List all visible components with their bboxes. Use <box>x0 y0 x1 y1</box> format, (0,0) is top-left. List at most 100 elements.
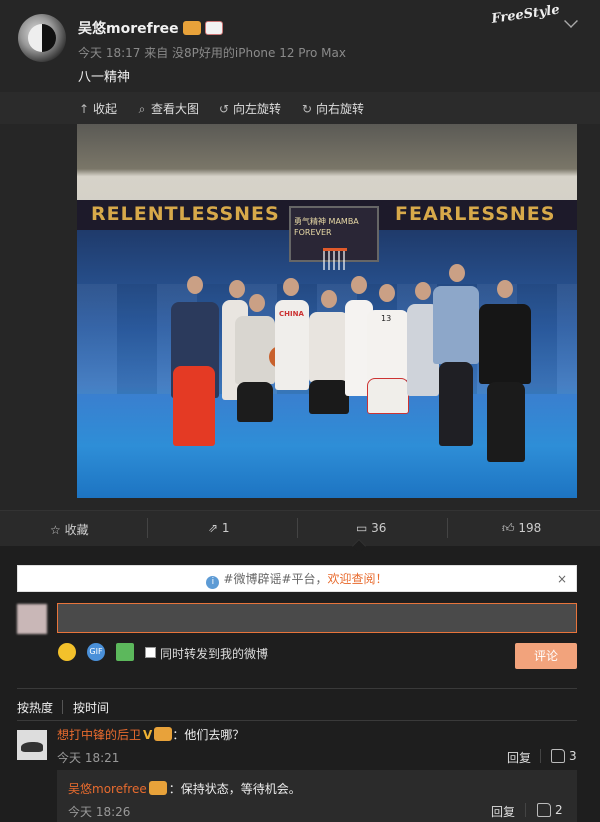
reply-like-count: 2 <box>555 803 563 817</box>
gif-icon[interactable]: GIF <box>87 643 105 661</box>
divider <box>540 749 541 763</box>
person: CHINA <box>275 300 309 390</box>
thumb-up-icon <box>537 803 551 817</box>
person <box>235 316 275 384</box>
person <box>433 286 479 364</box>
person-legs <box>173 366 215 446</box>
comment-icon: ▭ <box>356 521 372 535</box>
divider <box>447 518 448 538</box>
rotate-left-label: 向左旋转 <box>233 102 282 116</box>
comment-like-button[interactable]: 3 <box>551 749 577 763</box>
divider <box>17 720 577 721</box>
person <box>479 304 531 384</box>
jersey-text: CHINA <box>279 310 304 318</box>
share-icon: ⇗ <box>208 521 222 535</box>
sort-by-time[interactable]: 按时间 <box>73 699 109 716</box>
banner-right-text: FEARLESSNES <box>395 203 556 225</box>
person-head <box>415 282 431 300</box>
favorite-label: 收藏 <box>64 523 89 537</box>
member-badge-icon <box>154 727 173 741</box>
emoji-icon[interactable] <box>58 643 76 661</box>
arrow-up-icon: ↑ <box>78 102 90 116</box>
divider <box>525 803 526 817</box>
my-avatar <box>17 604 47 634</box>
rumor-notice[interactable]: i #微博辟谣#平台，欢迎查阅！ × <box>17 565 577 592</box>
info-icon: i <box>206 576 220 589</box>
sort-by-hot[interactable]: 按热度 <box>17 699 53 716</box>
post-text: 八一精神 <box>78 70 131 85</box>
person-legs <box>439 362 473 446</box>
repost-checkbox[interactable] <box>145 647 156 658</box>
reply-time: 今天 18:26 <box>68 805 131 819</box>
divider <box>147 518 148 538</box>
collapse-label: 收起 <box>93 102 118 116</box>
divider <box>297 518 298 538</box>
person-shorts <box>237 382 273 422</box>
board-text: 勇气精神 MAMBA FOREVER <box>294 217 359 237</box>
comment-line: 想打中锋的后卫 V ：他们去哪？ <box>57 726 244 743</box>
repost-button[interactable]: ⇗ 1 <box>208 521 230 535</box>
commenter-avatar[interactable] <box>17 730 47 760</box>
person: 13 <box>367 310 409 380</box>
notice-link[interactable]: 欢迎查阅！ <box>328 572 388 586</box>
person <box>309 312 349 382</box>
reply-text: ：保持状态，等待机会。 <box>168 782 301 796</box>
collapse-button[interactable]: ↑ 收起 <box>78 100 117 117</box>
reply-like-button[interactable]: 2 <box>537 803 563 817</box>
comment-time: 今天 18:21 <box>57 751 120 765</box>
rotate-right-icon: ↻ <box>301 102 313 116</box>
reply-button[interactable]: 回复 <box>491 803 515 820</box>
repost-count: 1 <box>221 521 230 535</box>
comment-input[interactable] <box>57 603 577 633</box>
submit-comment-button[interactable]: 评论 <box>515 643 577 669</box>
reply-line: 吴悠morefree ：保持状态，等待机会。 <box>68 780 301 797</box>
view-large-label: 查看大图 <box>151 102 200 116</box>
favorite-button[interactable]: ☆ 收藏 <box>50 521 89 538</box>
reply-button[interactable]: 回复 <box>507 749 531 766</box>
person-head <box>187 276 203 294</box>
replier-name[interactable]: 吴悠morefree <box>68 782 147 796</box>
divider <box>17 688 577 689</box>
comment-text: ：他们去哪？ <box>172 728 245 742</box>
verified-icon: V <box>143 728 153 742</box>
basketball-hoop <box>323 248 347 270</box>
repost-checkbox-label[interactable]: 同时转发到我的微博 <box>160 645 268 662</box>
post-photo[interactable]: RELENTLESSNES FEARLESSNES 勇气精神 MAMBA FOR… <box>77 124 577 498</box>
member-badge-icon <box>148 781 167 795</box>
search-icon: ⌕ <box>138 102 146 116</box>
rotate-right-button[interactable]: ↻ 向右旋转 <box>301 100 364 117</box>
image-icon[interactable] <box>116 643 134 661</box>
comment-count: 36 <box>371 521 387 535</box>
close-icon[interactable]: × <box>557 566 567 592</box>
comment-button[interactable]: ▭ 36 <box>356 521 386 535</box>
like-button[interactable]: 👍︎ 198 <box>502 521 541 536</box>
jersey-number: 13 <box>381 314 392 323</box>
rotate-right-label: 向右旋转 <box>316 102 365 116</box>
author-avatar[interactable] <box>18 14 66 62</box>
person-head <box>379 284 395 302</box>
person-head <box>321 290 337 308</box>
notice-text: #微博辟谣#平台， <box>223 572 328 586</box>
member-badge-icon <box>182 21 201 35</box>
person-head <box>449 264 465 282</box>
fan-badge-icon <box>204 21 223 35</box>
comment-like-count: 3 <box>569 749 577 763</box>
person-shorts <box>309 380 349 414</box>
banner-left-text: RELENTLESSNES <box>91 203 280 225</box>
person-head <box>351 276 367 294</box>
author-name-text[interactable]: 吴悠morefree <box>78 21 179 37</box>
person-head <box>497 280 513 298</box>
person-legs <box>487 382 525 462</box>
post-meta: 今天 18:17 来自 没8P好用的iPhone 12 Pro Max <box>78 46 346 60</box>
author-name[interactable]: 吴悠morefree <box>78 18 223 38</box>
star-icon: ☆ <box>50 523 65 537</box>
rotate-left-button[interactable]: ↺ 向左旋转 <box>218 100 281 117</box>
view-large-button[interactable]: ⌕ 查看大图 <box>136 100 199 117</box>
person-head <box>249 294 265 312</box>
rotate-left-icon: ↺ <box>218 102 230 116</box>
sort-divider <box>62 700 63 714</box>
like-count: 198 <box>518 521 542 535</box>
commenter-name[interactable]: 想打中锋的后卫 <box>57 728 141 742</box>
thumb-up-icon <box>551 749 565 763</box>
person-head <box>283 278 299 296</box>
